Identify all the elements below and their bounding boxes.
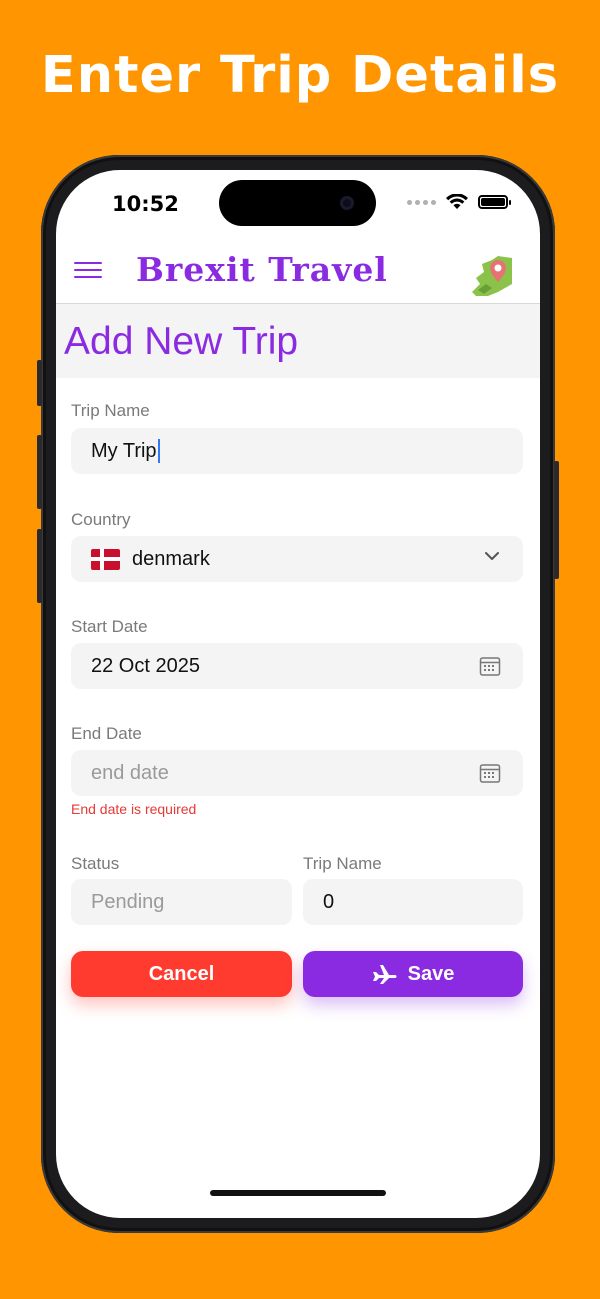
denmark-flag-icon: [91, 548, 120, 570]
status-label: Status: [71, 854, 120, 873]
app-screen: 10:52 Brexit Travel Add New Trip Trip Na…: [56, 170, 540, 1218]
power-button: [554, 461, 559, 579]
trip-name-value: My Trip: [91, 439, 157, 462]
marketing-headline: Enter Trip Details: [40, 46, 560, 105]
volume-down-button: [37, 529, 42, 603]
start-date-input[interactable]: 22 Oct 2025: [71, 643, 523, 689]
cancel-button[interactable]: Cancel: [71, 951, 292, 997]
wifi-icon: [446, 194, 468, 209]
end-date-input[interactable]: end date: [71, 750, 523, 796]
phone-frame: 10:52 Brexit Travel Add New Trip Trip Na…: [37, 155, 559, 1233]
country-value: denmark: [132, 547, 210, 570]
save-button[interactable]: Save: [303, 951, 523, 997]
trip-count-label: Trip Name: [303, 854, 382, 873]
end-date-error: End date is required: [71, 801, 197, 817]
trip-name-input[interactable]: My Trip: [71, 428, 523, 474]
calendar-icon[interactable]: [479, 655, 501, 677]
page-title: Add New Trip: [64, 320, 299, 363]
save-button-label: Save: [407, 962, 455, 985]
status-placeholder: Pending: [91, 890, 165, 913]
trip-count-value: 0: [323, 890, 335, 913]
top-navigation-bar: Brexit Travel: [56, 240, 540, 304]
battery-icon: [478, 195, 511, 209]
volume-up-button: [37, 435, 42, 509]
page-header: Add New Trip: [56, 304, 540, 378]
start-date-label: Start Date: [71, 617, 148, 636]
home-indicator: [210, 1190, 386, 1196]
status-time: 10:52: [112, 192, 179, 216]
text-cursor: [157, 439, 160, 463]
end-date-placeholder: end date: [91, 761, 169, 784]
action-button: [37, 360, 42, 406]
dynamic-island: [219, 180, 376, 226]
brand-title: Brexit Travel: [136, 250, 388, 289]
trip-name-label: Trip Name: [71, 401, 150, 420]
map-pin-icon[interactable]: [468, 254, 516, 298]
trip-count-input[interactable]: 0: [303, 879, 523, 925]
end-date-label: End Date: [71, 724, 142, 743]
signal-dots-icon: [407, 199, 436, 205]
country-label: Country: [71, 510, 131, 529]
status-input[interactable]: Pending: [71, 879, 292, 925]
cancel-button-label: Cancel: [148, 962, 215, 985]
calendar-icon[interactable]: [479, 762, 501, 784]
hamburger-menu-icon[interactable]: [74, 262, 102, 282]
status-indicators: [407, 194, 511, 210]
start-date-value: 22 Oct 2025: [91, 654, 200, 677]
airplane-icon: [372, 965, 397, 984]
chevron-down-icon: [485, 552, 499, 560]
country-select[interactable]: denmark: [71, 536, 523, 582]
